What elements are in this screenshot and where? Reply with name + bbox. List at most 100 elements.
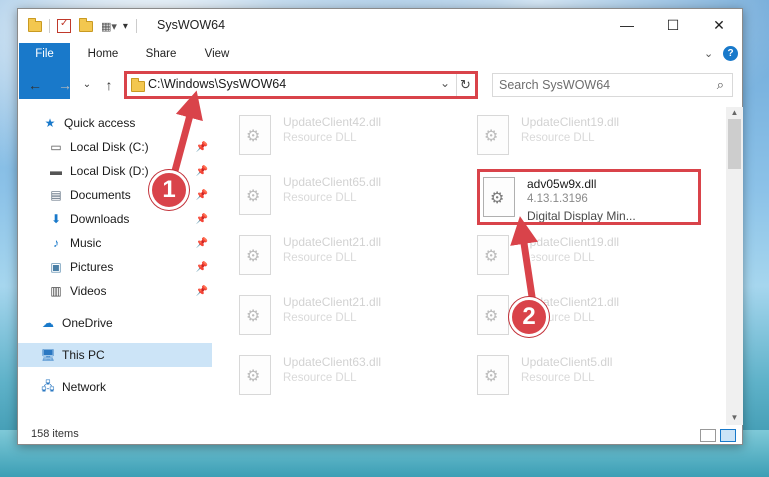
sidebar-item-label: OneDrive [62, 316, 113, 330]
sidebar-item-label: This PC [62, 348, 105, 362]
list-item[interactable]: UpdateClient5.dll Resource DLL [477, 349, 707, 405]
list-item[interactable]: UpdateClient63.dll Resource DLL [239, 349, 469, 405]
file-name: UpdateClient5.dll [521, 355, 613, 369]
toolbar-dropdown-icon[interactable]: ▾ [123, 21, 128, 32]
pin-icon[interactable]: 📌 [196, 238, 208, 249]
dll-file-icon [239, 355, 271, 395]
back-button[interactable]: ← [26, 76, 44, 94]
navigation-pane: ★ Quick access ▭ Local Disk (C:) 📌 ▬ Loc… [18, 107, 212, 417]
pin-icon[interactable]: 📌 [196, 214, 208, 225]
search-box[interactable]: ⌕ [492, 73, 733, 97]
search-icon[interactable]: ⌕ [717, 77, 724, 93]
sidebar-item-pictures[interactable]: ▣ Pictures 📌 [18, 255, 212, 279]
sidebar-item-label: Downloads [70, 212, 130, 226]
dll-file-icon [477, 355, 509, 395]
dll-file-icon [239, 295, 271, 335]
sidebar-item-label: Pictures [70, 260, 114, 274]
computer-icon: 🖥 [40, 348, 56, 362]
recent-locations-button[interactable]: ⌄ [78, 76, 96, 94]
sidebar-item-music[interactable]: ♪ Music 📌 [18, 231, 212, 255]
documents-icon: ▤ [50, 188, 62, 202]
tab-share[interactable]: Share [136, 43, 186, 65]
scroll-up-icon[interactable]: ▲ [726, 107, 743, 119]
up-button[interactable]: ↑ [100, 76, 118, 94]
address-highlight-box [124, 71, 478, 99]
tab-home[interactable]: Home [78, 43, 128, 65]
details-view-icon[interactable] [700, 429, 716, 442]
file-name: UpdateClient19.dll [521, 235, 620, 249]
sidebar-item-this-pc[interactable]: 🖥 This PC [18, 343, 212, 367]
item-count: 158 items [31, 428, 79, 440]
file-type: Resource DLL [521, 372, 595, 384]
sidebar-item-local-disk-c[interactable]: ▭ Local Disk (C:) 📌 [18, 135, 212, 159]
dll-file-icon [239, 115, 271, 155]
download-icon: ⬇ [50, 212, 62, 226]
drive-icon: ▬ [50, 164, 62, 178]
pin-icon[interactable]: 📌 [196, 262, 208, 273]
large-icons-view-icon[interactable] [720, 429, 736, 442]
file-type: Resource DLL [521, 252, 595, 264]
file-name: UpdateClient21.dll [283, 295, 382, 309]
status-bar: 158 items [18, 425, 742, 445]
file-type: Resource DLL [283, 252, 357, 264]
help-icon[interactable]: ? [723, 46, 738, 61]
step-1-badge: 1 [149, 170, 189, 210]
file-name: UpdateClient42.dll [283, 115, 382, 129]
ribbon-tabs: File Home Share View ⌄ ? [18, 43, 742, 99]
file-type: Resource DLL [283, 372, 357, 384]
dll-file-icon [477, 115, 509, 155]
scrollbar-thumb[interactable] [728, 119, 741, 169]
list-item[interactable]: UpdateClient19.dll Resource DLL [477, 229, 707, 285]
sidebar-item-label: Music [70, 236, 102, 250]
list-item[interactable]: UpdateClient42.dll Resource DLL [239, 109, 469, 165]
address-row: ← → ⌄ ↑ C:\Windows\SysWOW64 ⌄ ↻ ⌕ [18, 71, 742, 99]
sidebar-item-label: Network [62, 380, 107, 394]
customize-toolbar-icon[interactable]: ▦▾ [101, 20, 117, 33]
forward-button[interactable]: → [56, 76, 74, 94]
list-item[interactable]: UpdateClient65.dll Resource DLL [239, 169, 469, 225]
dll-file-icon [239, 175, 271, 215]
list-item[interactable]: UpdateClient21.dll Resource DLL [239, 229, 469, 285]
pin-icon[interactable]: 📌 [196, 286, 208, 297]
sidebar-item-quick-access[interactable]: ★ Quick access [18, 111, 212, 135]
file-explorer-window: ✓ ▦▾ ▾ SysWOW64 — ☐ ✕ File Home Share Vi… [17, 8, 743, 445]
file-type: Resource DLL [521, 132, 595, 144]
pin-icon[interactable]: 📌 [196, 142, 208, 153]
file-type: Resource DLL [283, 132, 357, 144]
file-highlight-box [477, 169, 701, 225]
expand-ribbon-icon[interactable]: ⌄ [704, 47, 713, 60]
scroll-down-icon[interactable]: ▼ [726, 412, 743, 424]
title-bar: ✓ ▦▾ ▾ SysWOW64 — ☐ ✕ [18, 9, 742, 41]
minimize-button[interactable]: — [604, 9, 650, 41]
file-list: UpdateClient42.dll Resource DLL UpdateCl… [213, 107, 725, 417]
maximize-button[interactable]: ☐ [650, 9, 696, 41]
sidebar-item-videos[interactable]: ▥ Videos 📌 [18, 279, 212, 303]
file-name: UpdateClient65.dll [283, 175, 382, 189]
folder-icon [28, 17, 42, 32]
sidebar-item-label: Videos [70, 284, 107, 298]
dll-file-icon [477, 235, 509, 275]
network-icon: 🖧 [41, 378, 55, 393]
quick-access-toolbar: ✓ ▦▾ ▾ [28, 17, 137, 34]
dll-file-icon [477, 295, 509, 335]
sidebar-item-downloads[interactable]: ⬇ Downloads 📌 [18, 207, 212, 231]
properties-icon[interactable]: ✓ [57, 18, 71, 33]
search-input[interactable] [493, 74, 693, 96]
music-icon: ♪ [53, 236, 59, 250]
sidebar-item-onedrive[interactable]: ☁ OneDrive [18, 311, 212, 335]
file-name: UpdateClient19.dll [521, 115, 620, 129]
pictures-icon: ▣ [50, 260, 62, 274]
close-button[interactable]: ✕ [696, 9, 742, 41]
star-icon: ★ [44, 116, 56, 130]
pin-icon[interactable]: 📌 [196, 166, 208, 177]
list-item[interactable]: UpdateClient21.dll Resource DLL [239, 289, 469, 345]
sidebar-item-network[interactable]: 🖧 Network [18, 375, 212, 399]
vertical-scrollbar[interactable]: ▲ ▼ [726, 107, 743, 425]
tab-view[interactable]: View [194, 43, 240, 65]
pin-icon[interactable]: 📌 [196, 190, 208, 201]
list-item[interactable]: UpdateClient19.dll Resource DLL [477, 109, 707, 165]
toolbar-divider [135, 19, 137, 33]
new-folder-icon[interactable] [79, 17, 93, 32]
sidebar-item-label: Documents [70, 188, 131, 202]
drive-icon: ▭ [50, 140, 62, 154]
